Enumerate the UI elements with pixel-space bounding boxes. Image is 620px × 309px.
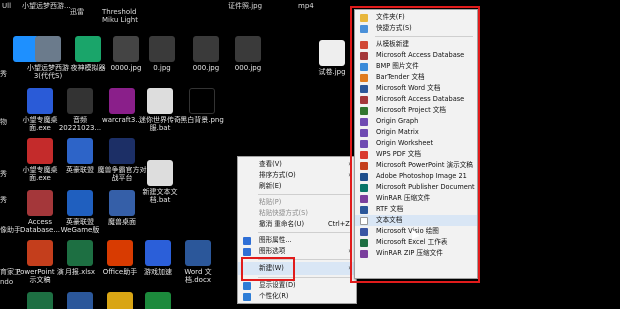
- menu-separator: [258, 194, 352, 195]
- desktop-icon[interactable]: Word 文档.docx: [172, 240, 224, 284]
- partial-label: 秀: [0, 196, 7, 204]
- display-icon: [243, 282, 251, 290]
- menu-separator: [258, 232, 352, 233]
- top-label: 证件照.jpg: [228, 2, 263, 10]
- highlight-box-new: [241, 257, 295, 281]
- desktop-icon[interactable]: [132, 292, 184, 309]
- highlight-box-submenu: [350, 6, 480, 283]
- menu-item-sort[interactable]: 排序方式(O) ›: [238, 170, 356, 181]
- top-label: Threshold Miku Light: [102, 8, 138, 24]
- menu-item-personalize[interactable]: 个性化(R): [238, 291, 356, 302]
- partial-label: 物: [0, 118, 7, 126]
- desktop-icon[interactable]: 魔兽桌面: [96, 190, 148, 226]
- menu-item-undo-rename[interactable]: 撤消 重命名(U) Ctrl+Z: [238, 219, 356, 230]
- menu-item-paste-shortcut[interactable]: 粘贴快捷方式(S): [238, 208, 356, 219]
- menu-item-graphics-options[interactable]: 图形选项 ›: [238, 246, 356, 257]
- menu-item-display-settings[interactable]: 显示设置(D): [238, 280, 356, 291]
- desktop-context-menu: 查看(V) › 排序方式(O) › 刷新(E) 粘贴(P) 粘贴快捷方式(S) 撤消…: [237, 156, 357, 304]
- top-label: Ull: [2, 2, 12, 10]
- top-label: mp4: [298, 2, 314, 10]
- menu-item-graphics-properties[interactable]: 图形属性...: [238, 235, 356, 246]
- desktop-icon[interactable]: 000.jpg: [222, 36, 274, 72]
- menu-item-paste[interactable]: 粘贴(P): [238, 197, 356, 208]
- desktop-icon[interactable]: 黑白背景.png: [176, 88, 228, 124]
- top-label: 小望远梦西游...: [22, 2, 71, 10]
- partial-label: 秀: [0, 170, 7, 178]
- graphics-icon: [243, 237, 251, 245]
- top-label: 迅雷: [70, 8, 84, 16]
- menu-item-refresh[interactable]: 刷新(E): [238, 181, 356, 192]
- partial-label: 秀: [0, 70, 7, 78]
- menu-item-view[interactable]: 查看(V) ›: [238, 159, 356, 170]
- partial-label: ndo: [0, 278, 14, 286]
- personalize-icon: [243, 293, 251, 301]
- graphics-icon: [243, 248, 251, 256]
